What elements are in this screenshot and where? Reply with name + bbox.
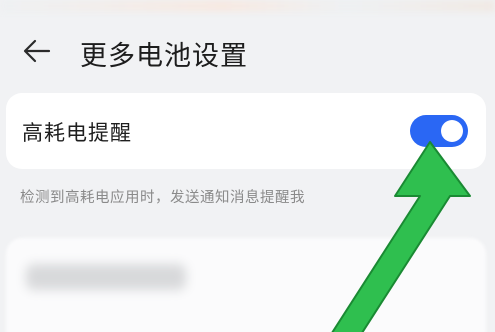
status-bar-strip xyxy=(0,0,495,12)
high-drain-reminder-card: 高耗电提醒 xyxy=(6,93,486,169)
high-drain-reminder-label: 高耗电提醒 xyxy=(22,121,132,145)
high-drain-reminder-description: 检测到高耗电应用时，发送通知消息提醒我 xyxy=(20,190,305,206)
back-arrow-icon xyxy=(23,39,51,63)
page-title: 更多电池设置 xyxy=(80,41,248,72)
blurred-setting-card xyxy=(6,238,486,332)
high-drain-reminder-toggle[interactable] xyxy=(410,115,468,147)
blurred-setting-label xyxy=(26,264,186,290)
toggle-knob xyxy=(441,120,463,142)
battery-settings-screen: 更多电池设置 高耗电提醒 检测到高耗电应用时，发送通知消息提醒我 xyxy=(0,0,495,332)
page-header: 更多电池设置 xyxy=(0,26,495,80)
back-button[interactable] xyxy=(20,36,54,66)
